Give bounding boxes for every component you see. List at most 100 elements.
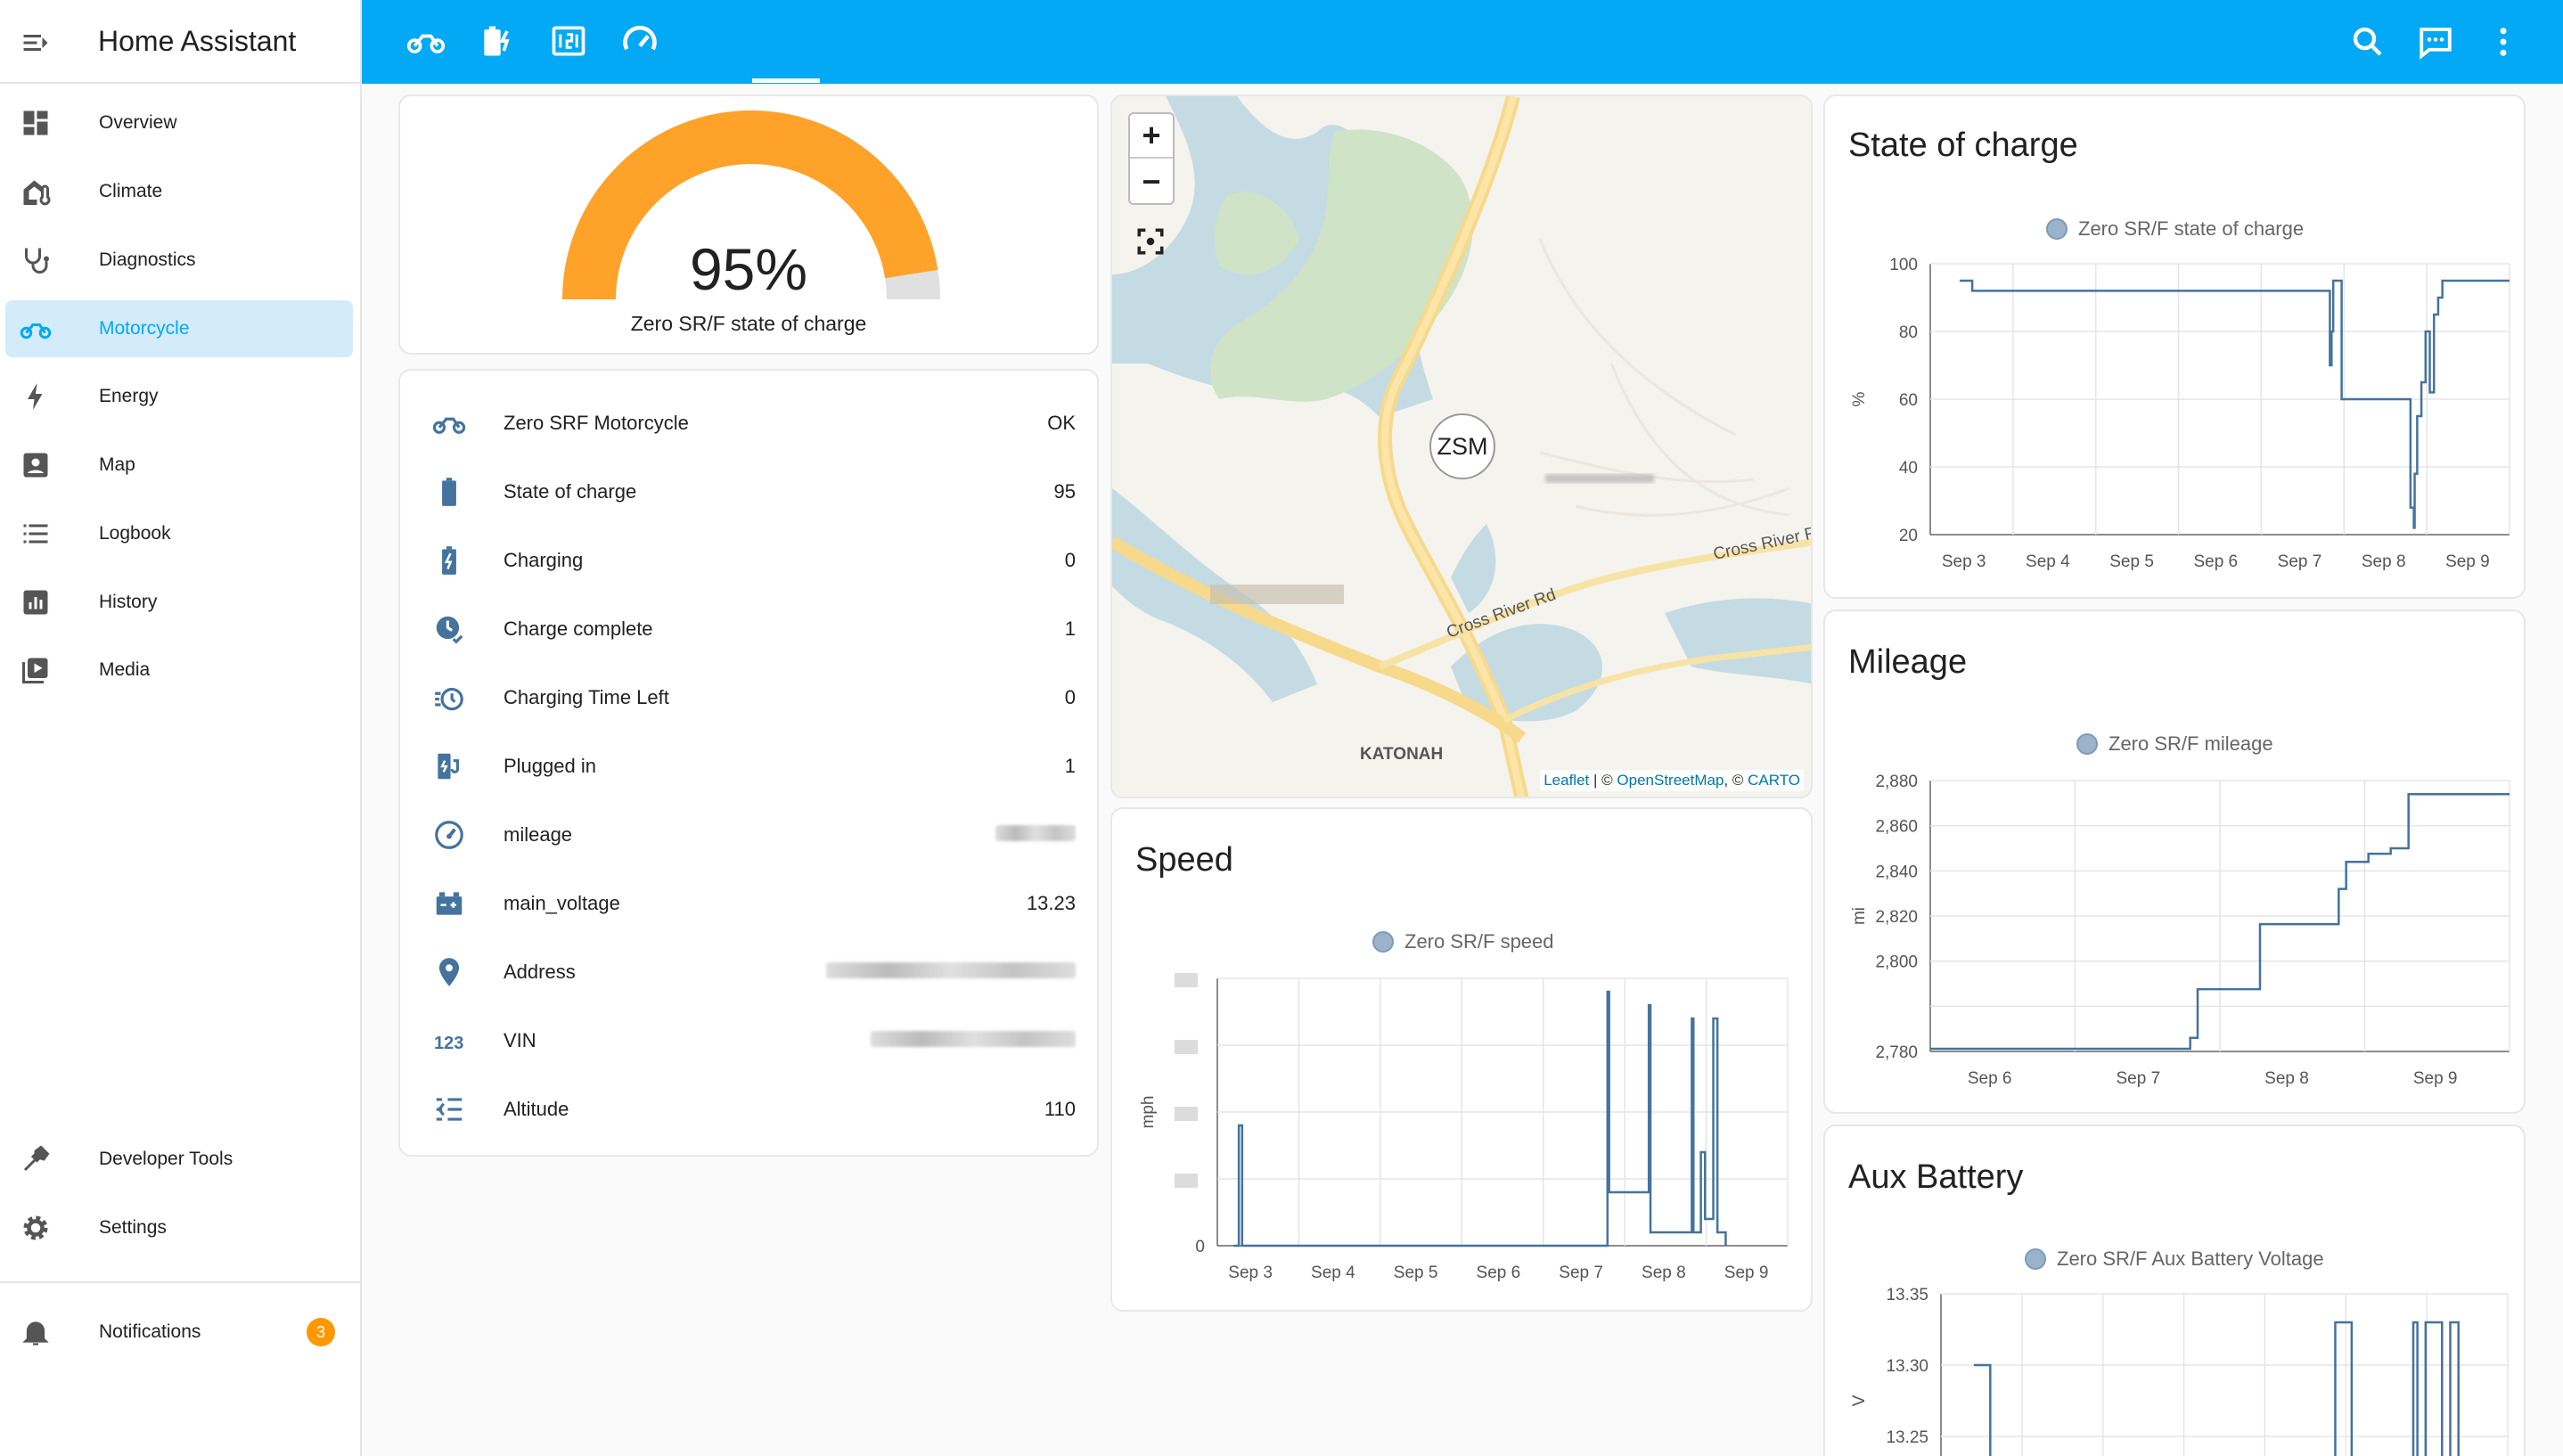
sidebar-item-logbook[interactable]: Logbook <box>5 505 353 562</box>
gauge-card[interactable]: 95% Zero SR/F state of charge <box>398 94 1099 355</box>
motorbike-icon <box>20 323 52 339</box>
sidebar-divider <box>0 1281 360 1283</box>
chart-box-icon <box>23 590 48 615</box>
entity-name: State of charge <box>504 480 637 503</box>
mileage-chart[interactable]: 2,880 2,860 2,840 2,820 2,800 2,780 Sep 6 Sep 7… <box>1825 611 2526 1114</box>
entity-name: mileage <box>504 823 573 846</box>
entity-value-redacted <box>995 823 1076 847</box>
entity-value-redacted <box>871 1029 1076 1052</box>
zoom-in-button[interactable]: + <box>1130 114 1173 159</box>
entity-row[interactable]: Address <box>400 945 1097 998</box>
gauge-name: Zero SR/F state of charge <box>630 312 867 335</box>
y-tick-label: 13.30 <box>1886 1357 1928 1376</box>
entity-row[interactable]: Charging 0 <box>400 533 1097 586</box>
entity-row[interactable]: mileage <box>400 807 1097 861</box>
x-tick-label: Sep 7 <box>1559 1264 1603 1282</box>
zoom-out-button[interactable]: − <box>1130 160 1173 205</box>
entity-name: Charging <box>504 549 584 571</box>
speed-card[interactable]: Speed Zero SR/F speed 0 Sep 3 Sep 4 Sep 5 Se… <box>1110 807 1813 1312</box>
home-thermometer-icon <box>23 180 51 206</box>
sidebar-item-label: Diagnostics <box>99 249 196 270</box>
y-tick-redacted <box>1175 973 1198 987</box>
entity-name: Charging Time Left <box>504 686 669 708</box>
stethoscope-icon <box>25 248 49 274</box>
mileage-card[interactable]: Mileage Zero SR/F mileage 2,880 2,860 2,84… <box>1823 609 2526 1114</box>
sidebar-item-map[interactable]: Map <box>5 437 353 494</box>
sidebar-item-climate[interactable]: Climate <box>5 163 353 220</box>
entity-row[interactable]: 123 VIN <box>400 1013 1097 1067</box>
y-tick-label: 2,780 <box>1875 1043 1918 1062</box>
focus-icon[interactable] <box>1135 226 1166 257</box>
sidebar-item-developer-tools[interactable]: Developer Tools <box>5 1131 353 1188</box>
y-tick-label: 80 <box>1899 323 1918 342</box>
soc-card[interactable]: State of charge Zero SR/F state of charg… <box>1823 94 2526 599</box>
battery-icon <box>442 478 456 506</box>
menu-open-icon[interactable] <box>20 27 52 59</box>
map-card[interactable]: Cross River R Cross River Rd KATONAH + −… <box>1110 94 1813 798</box>
y-axis-label: % <box>1850 391 1869 406</box>
carto-link[interactable]: CARTO <box>1748 772 1800 789</box>
y-tick-label: 60 <box>1899 391 1918 410</box>
soc-chart[interactable]: 100 80 60 40 20 Sep 3 Sep 4 Sep 5 Sep 6 Sep 7 Sep … <box>1825 96 2526 599</box>
map-marker-icon <box>438 958 460 986</box>
dots-vertical-icon[interactable] <box>2485 23 2522 61</box>
aux-battery-card[interactable]: Aux Battery Zero SR/F Aux Battery Voltag… <box>1823 1125 2526 1456</box>
y-tick-label: 40 <box>1899 459 1918 478</box>
x-tick-label: Sep 9 <box>2413 1069 2458 1088</box>
hammer-icon <box>23 1145 50 1172</box>
sidebar-item-label: Developer Tools <box>99 1149 233 1169</box>
sidebar-item-media[interactable]: Media <box>5 642 353 699</box>
sidebar-item-label: Motorcycle <box>99 318 190 339</box>
sidebar-item-energy[interactable]: Energy <box>5 368 353 425</box>
x-tick-label: Sep 7 <box>2278 552 2322 571</box>
map-label: KATONAH <box>1360 745 1443 764</box>
entity-row[interactable]: Zero SRF Motorcycle OK <box>400 396 1097 449</box>
sidebar-header: Home Assistant <box>0 0 360 84</box>
sidebar-item-history[interactable]: History <box>5 574 353 631</box>
tab-numeric-box-icon[interactable] <box>549 21 588 61</box>
y-tick-redacted <box>1175 1040 1198 1054</box>
account-box-icon <box>23 453 48 478</box>
tab-battery-charging-icon[interactable] <box>478 21 517 61</box>
x-tick-label: Sep 4 <box>2026 552 2070 571</box>
car-battery-icon <box>436 892 463 915</box>
bell-icon <box>22 1321 49 1346</box>
sidebar-item-notifications[interactable]: Notifications 3 <box>5 1304 353 1361</box>
entity-row[interactable]: Charge complete 1 <box>400 601 1097 655</box>
y-tick-redacted <box>1175 1174 1198 1188</box>
entity-value: 13.23 <box>1026 892 1076 914</box>
entity-row[interactable]: main_voltage 13.23 <box>400 876 1097 929</box>
x-tick-label: Sep 8 <box>1642 1264 1686 1282</box>
speed-chart[interactable]: 0 Sep 3 Sep 4 Sep 5 Sep 6 Sep 7 Sep 8 Sep 9 mph <box>1112 809 1813 1312</box>
entity-row[interactable]: State of charge 95 <box>400 464 1097 518</box>
search-icon[interactable] <box>2349 23 2387 61</box>
notification-badge: 3 <box>307 1318 335 1346</box>
aux-battery-chart[interactable]: 13.3513.3013.2513.20V <box>1825 1126 2526 1456</box>
x-tick-label: Sep 3 <box>1942 552 1986 571</box>
sidebar-item-overview[interactable]: Overview <box>5 94 353 151</box>
tab-speedometer-icon[interactable] <box>620 21 659 61</box>
entities-card: Zero SRF Motorcycle OK State of charge 9… <box>398 369 1099 1157</box>
sidebar-item-settings[interactable]: Settings <box>5 1199 353 1256</box>
svg-text:123: 123 <box>434 1034 463 1053</box>
entity-value-redacted <box>826 961 1076 984</box>
map-marker[interactable]: ZSM <box>1429 413 1495 479</box>
sidebar-item-motorcycle[interactable]: Motorcycle <box>5 300 353 357</box>
x-tick-label: Sep 6 <box>2193 552 2238 571</box>
entity-row[interactable]: Plugged in 1 <box>400 739 1097 792</box>
y-tick-label: 2,840 <box>1875 863 1918 881</box>
entity-row[interactable]: Charging Time Left 0 <box>400 670 1097 724</box>
tab-motorbike-icon[interactable] <box>406 21 446 61</box>
entity-value: 0 <box>1064 686 1076 708</box>
x-tick-label: Sep 4 <box>1311 1264 1355 1282</box>
osm-link[interactable]: OpenStreetMap <box>1617 772 1724 789</box>
sidebar-item-diagnostics[interactable]: Diagnostics <box>5 232 353 289</box>
altimeter-icon <box>436 1098 463 1121</box>
sidebar-item-label: Climate <box>99 181 163 201</box>
assist-icon[interactable] <box>2417 23 2454 61</box>
y-tick-label: 2,860 <box>1875 818 1918 837</box>
y-tick-label: 13.25 <box>1886 1428 1928 1447</box>
entity-row[interactable]: Altitude 110 <box>400 1082 1097 1135</box>
gauge-value: 95% <box>689 236 808 302</box>
leaflet-link[interactable]: Leaflet <box>1544 772 1589 789</box>
